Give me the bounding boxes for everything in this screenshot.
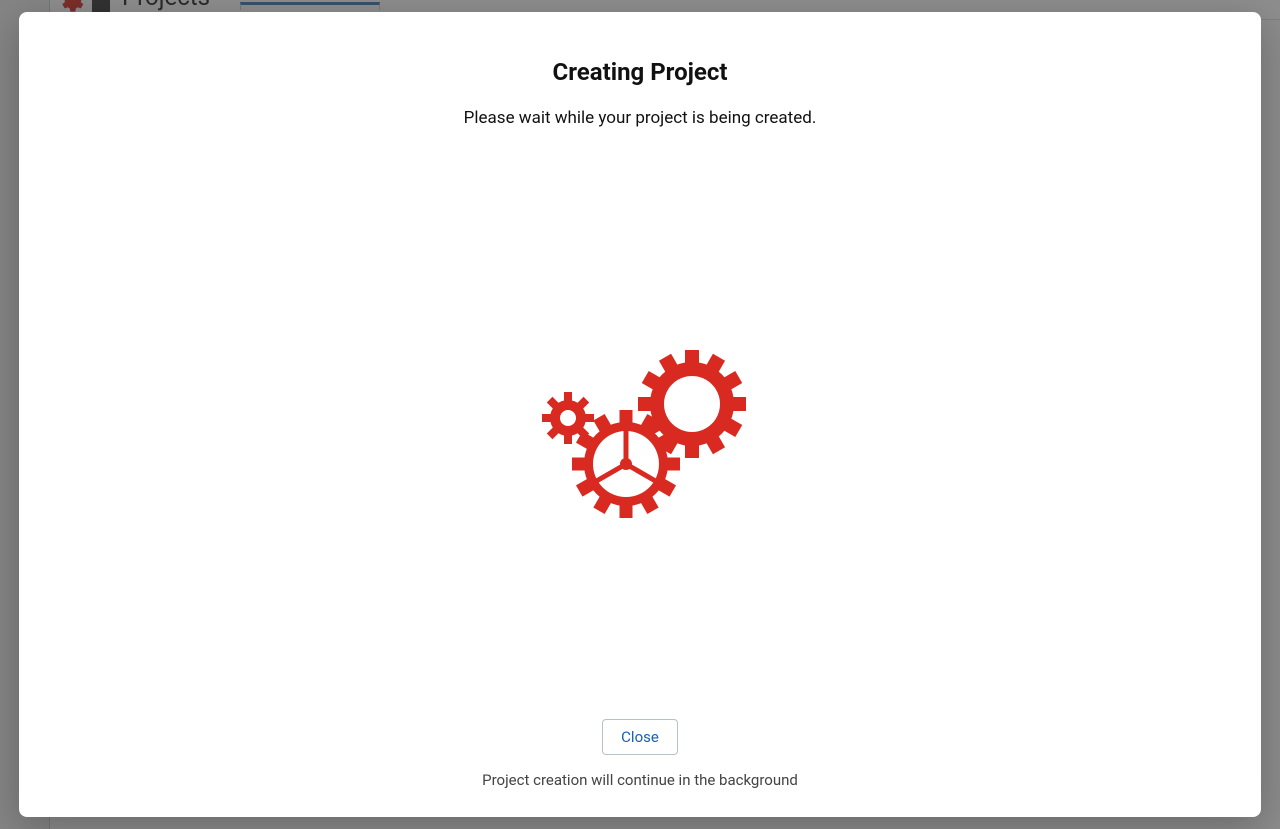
modal-footer-note: Project creation will continue in the ba… [482,771,798,789]
loading-spinner [59,148,1221,719]
close-button[interactable]: Close [602,719,678,755]
modal-subtitle: Please wait while your project is being … [59,108,1221,128]
creating-project-modal: Creating Project Please wait while your … [19,12,1261,817]
modal-footer: Close Project creation will continue in … [59,719,1221,789]
gears-icon [532,348,748,520]
modal-title: Creating Project [59,58,1221,86]
